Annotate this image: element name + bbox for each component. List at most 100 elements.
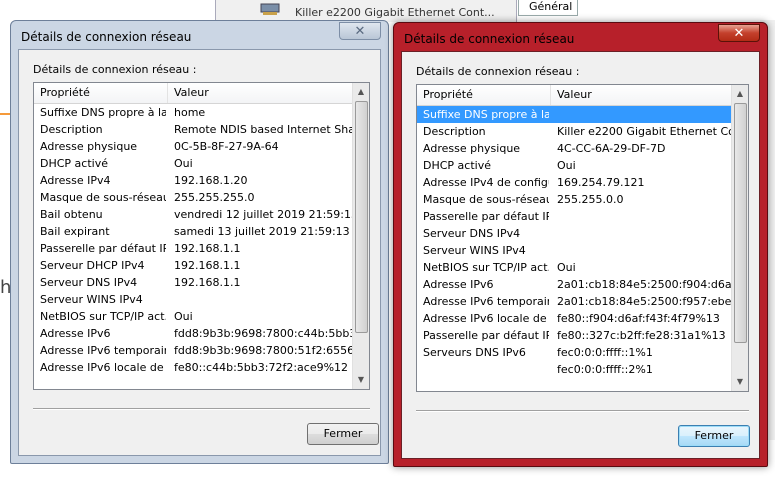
list-item[interactable]: Adresse IPv6 temporaire fdd8:9b3b:9698:78… [34, 342, 353, 359]
list-item[interactable]: Bail obtenu vendredi 12 juillet 2019 21:5… [34, 206, 353, 223]
list-item[interactable]: Adresse physique 4C-CC-6A-29-DF-7D [417, 140, 732, 157]
property-cell: Suffixe DNS propre à la ... [40, 106, 166, 119]
list-item[interactable]: Serveur DNS IPv4 [417, 225, 732, 242]
column-header-value[interactable]: Valeur [168, 83, 358, 103]
value-cell: 169.254.79.121 [557, 176, 645, 189]
dialog-client-area: Détails de connexion réseau : Propriété … [401, 51, 760, 459]
list-item[interactable]: Bail expirant samedi 13 juillet 2019 21:5… [34, 223, 353, 240]
list-item[interactable]: Adresse IPv6 fdd8:9b3b:9698:7800:c44b:5bb… [34, 325, 353, 342]
value-cell: 192.168.1.1 [174, 259, 241, 272]
value-cell: fe80::327c:b2ff:fe28:31a1%13 [557, 329, 726, 342]
details-list[interactable]: Propriété Valeur Suffixe DNS propre à la… [416, 84, 749, 392]
list-item[interactable]: Adresse physique 0C-5B-8F-27-9A-64 [34, 138, 353, 155]
property-cell: Serveurs DNS IPv6 [423, 346, 526, 359]
list-item[interactable]: Passerelle par défaut IPv6 fe80::327c:b2f… [417, 327, 732, 344]
property-cell: Adresse IPv6 [423, 278, 494, 291]
column-header-property[interactable]: Propriété [34, 83, 168, 103]
left-details-dialog: Détails de connexion réseau ✕ Détails de… [10, 20, 389, 464]
list-item[interactable]: DHCP activé Oui [34, 155, 353, 172]
dialog-client-area: Détails de connexion réseau : Propriété … [18, 49, 381, 456]
property-cell: Description [40, 123, 103, 136]
property-cell: Bail expirant [40, 225, 110, 238]
network-adapter-icon [260, 3, 280, 15]
list-header: Propriété Valeur [417, 85, 732, 106]
list-item[interactable]: Adresse IPv4 de configu... 169.254.79.121 [417, 174, 732, 191]
value-cell: Oui [174, 157, 193, 170]
property-cell: Suffixe DNS propre à la ... [423, 108, 549, 121]
property-cell: Adresse physique [40, 140, 138, 153]
property-cell: Serveur WINS IPv4 [423, 244, 526, 257]
list-item[interactable]: DHCP activé Oui [417, 157, 732, 174]
column-header-value[interactable]: Valeur [551, 85, 741, 105]
list-item[interactable]: Passerelle par défaut IPv4 192.168.1.1 [34, 240, 353, 257]
close-dialog-button[interactable]: Fermer [307, 423, 379, 445]
list-item[interactable]: NetBIOS sur TCP/IP act... Oui [417, 259, 732, 276]
property-cell: Masque de sous-réseau ... [423, 193, 549, 206]
list-item[interactable]: Adresse IPv6 locale de li... fe80::f904:d… [417, 310, 732, 327]
scrollbar-thumb[interactable] [355, 101, 368, 333]
close-button[interactable]: ✕ [339, 22, 381, 40]
property-cell: Adresse physique [423, 142, 521, 155]
list-item[interactable]: Passerelle par défaut IPv4 [417, 208, 732, 225]
scroll-down-icon[interactable]: ▼ [355, 373, 367, 387]
property-cell: Serveur DNS IPv4 [423, 227, 521, 240]
value-cell: Oui [174, 310, 193, 323]
list-item[interactable]: Serveur DNS IPv4 192.168.1.1 [34, 274, 353, 291]
vertical-scrollbar[interactable]: ▲ ▼ [731, 85, 748, 391]
column-header-property[interactable]: Propriété [417, 85, 551, 105]
property-cell: Bail obtenu [40, 208, 103, 221]
list-item[interactable]: Masque de sous-réseau ... 255.255.0.0 [417, 191, 732, 208]
dialog-titlebar[interactable]: Détails de connexion réseau ✕ [394, 23, 767, 51]
property-cell: Passerelle par défaut IPv6 [423, 329, 549, 342]
value-cell: 255.255.255.0 [174, 191, 255, 204]
value-cell: Killer e2200 Gigabit Ethernet Controlle [557, 125, 732, 138]
property-cell: DHCP activé [423, 159, 491, 172]
value-cell: Oui [557, 261, 576, 274]
close-icon: ✕ [354, 24, 366, 39]
vertical-scrollbar[interactable]: ▲ ▼ [352, 83, 369, 389]
list-item[interactable]: Adresse IPv6 temporaire 2a01:cb18:84e5:25… [417, 293, 732, 310]
scroll-up-icon[interactable]: ▲ [355, 85, 367, 99]
list-item[interactable]: Adresse IPv6 2a01:cb18:84e5:2500:f904:d6a… [417, 276, 732, 293]
list-item[interactable]: Serveurs DNS IPv6 fec0:0:0:ffff::1%1 [417, 344, 732, 361]
list-item[interactable]: Serveur WINS IPv4 [34, 291, 353, 308]
list-item[interactable]: Description Killer e2200 Gigabit Ethernet… [417, 123, 732, 140]
list-item[interactable]: Masque de sous-réseau ... 255.255.255.0 [34, 189, 353, 206]
details-list[interactable]: Propriété Valeur Suffixe DNS propre à la… [33, 82, 370, 390]
value-cell: 0C-5B-8F-27-9A-64 [174, 140, 279, 153]
close-icon: ✕ [733, 26, 745, 41]
value-cell: Remote NDIS based Internet Sharing [174, 123, 353, 136]
property-cell: Passerelle par défaut IPv4 [40, 242, 166, 255]
tab-general[interactable]: Général [518, 0, 578, 16]
dialog-title: Détails de connexion réseau [21, 30, 192, 44]
list-item[interactable]: NetBIOS sur TCP/IP act... Oui [34, 308, 353, 325]
value-cell: vendredi 12 juillet 2019 21:59:13 [174, 208, 353, 221]
list-item[interactable]: Description Remote NDIS based Internet Sh… [34, 121, 353, 138]
list-item[interactable]: Suffixe DNS propre à la ... [417, 106, 732, 123]
value-cell: fe80::c44b:5bb3:72f2:ace9%12 [174, 361, 349, 374]
scroll-up-icon[interactable]: ▲ [734, 87, 746, 101]
value-cell: fdd8:9b3b:9698:7800:c44b:5bb3:72f2 [174, 327, 353, 340]
value-cell: 2a01:cb18:84e5:2500:f957:ebe9:857 [557, 295, 732, 308]
close-button[interactable]: ✕ [718, 24, 760, 42]
list-item[interactable]: Adresse IPv6 locale de li... fe80::c44b:5… [34, 359, 353, 376]
scrollbar-thumb[interactable] [734, 103, 747, 343]
property-cell: Serveur WINS IPv4 [40, 293, 143, 306]
value-cell: 255.255.0.0 [557, 193, 624, 206]
dialog-titlebar[interactable]: Détails de connexion réseau ✕ [11, 21, 388, 49]
list-item[interactable]: Suffixe DNS propre à la ... home [34, 104, 353, 121]
section-label: Détails de connexion réseau : [416, 65, 580, 78]
scroll-down-icon[interactable]: ▼ [734, 375, 746, 389]
list-item[interactable]: Serveur WINS IPv4 [417, 242, 732, 259]
value-cell: samedi 13 juillet 2019 21:59:13 [174, 225, 350, 238]
value-cell: fe80::f904:d6af:f43f:4f79%13 [557, 312, 720, 325]
property-cell: Adresse IPv6 temporaire [423, 295, 549, 308]
property-cell: NetBIOS sur TCP/IP act... [423, 261, 549, 274]
list-item[interactable]: Adresse IPv4 192.168.1.20 [34, 172, 353, 189]
property-cell: Passerelle par défaut IPv4 [423, 210, 549, 223]
list-rows: Suffixe DNS propre à la ... Description Ki… [417, 106, 732, 391]
property-cell: Serveur DNS IPv4 [40, 276, 138, 289]
list-item[interactable]: fec0:0:0:ffff::2%1 [417, 361, 732, 378]
list-item[interactable]: Serveur DHCP IPv4 192.168.1.1 [34, 257, 353, 274]
close-dialog-button[interactable]: Fermer [678, 425, 750, 447]
